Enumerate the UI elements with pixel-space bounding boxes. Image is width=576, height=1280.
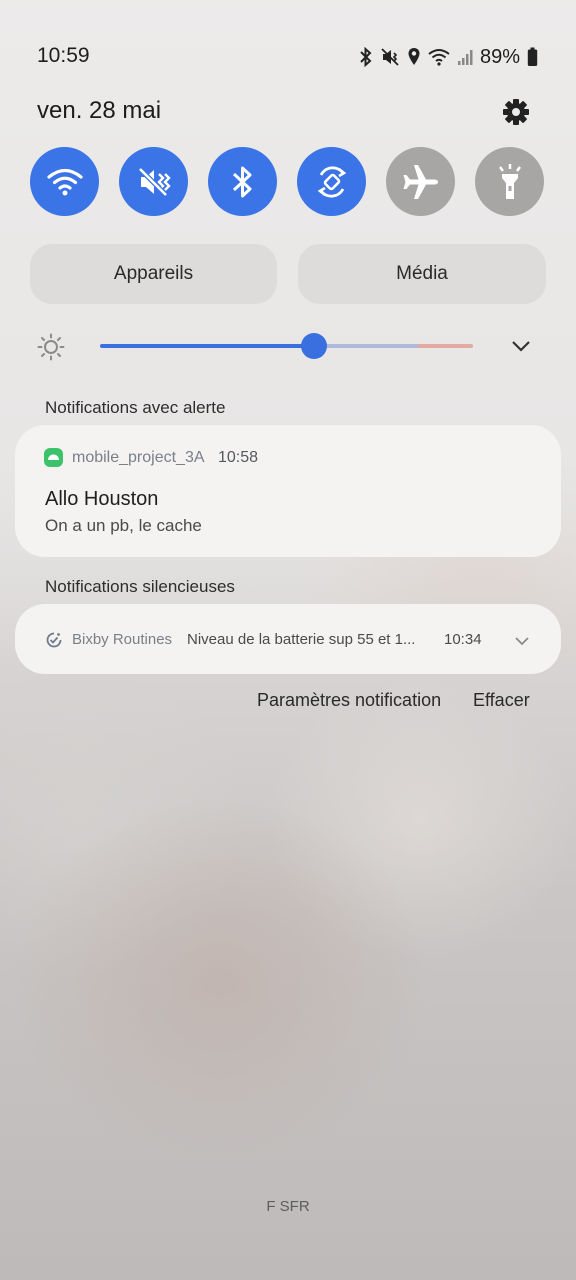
notification-app-name: mobile_project_3A <box>72 449 205 466</box>
signal-icon <box>457 50 473 65</box>
brightness-track-high <box>418 344 473 348</box>
clear-button[interactable]: Effacer <box>473 690 530 711</box>
brightness-track-empty <box>314 344 418 348</box>
devices-label: Appareils <box>113 263 194 284</box>
status-time: 10:59 <box>37 44 90 67</box>
expand-button[interactable] <box>510 337 532 355</box>
notification-expand-button[interactable] <box>513 634 531 648</box>
notification-body: On a un pb, le cache <box>45 516 202 535</box>
vibrate-mute-icon <box>381 48 399 66</box>
airplane-icon <box>403 164 438 199</box>
rotate-icon <box>317 165 346 198</box>
media-button[interactable]: Média <box>298 244 546 304</box>
vibrate-mute-icon <box>137 166 171 197</box>
wifi-toggle[interactable] <box>30 147 99 216</box>
bluetooth-icon <box>232 166 251 197</box>
location-icon <box>408 48 420 65</box>
gear-icon <box>503 99 529 125</box>
chevron-down-icon <box>515 637 529 646</box>
date-label: ven. 28 mai <box>37 97 162 124</box>
notification-time: 10:58 <box>218 449 259 466</box>
app-icon <box>44 448 63 467</box>
brightness-track-filled <box>100 344 314 348</box>
settings-button[interactable] <box>500 96 532 128</box>
flashlight-toggle[interactable] <box>475 147 544 216</box>
flashlight-icon <box>498 163 521 199</box>
wifi-icon <box>46 168 83 195</box>
auto-rotate-toggle[interactable] <box>297 147 366 216</box>
notification-text: Niveau de la batterie sup 55 et 1... <box>187 631 416 648</box>
silent-section-label: Notifications silencieuses <box>45 577 235 596</box>
devices-button[interactable]: Appareils <box>30 244 277 304</box>
airplane-toggle[interactable] <box>386 147 455 216</box>
bixby-routines-icon <box>44 630 64 650</box>
wifi-icon <box>428 49 450 66</box>
brightness-slider-thumb[interactable] <box>301 333 327 359</box>
chevron-down-icon <box>512 341 530 352</box>
notification-settings-button[interactable]: Paramètres notification <box>257 690 441 711</box>
bluetooth-icon <box>360 47 372 67</box>
media-label: Média <box>396 263 448 284</box>
alert-section-label: Notifications avec alerte <box>45 398 226 417</box>
carrier-label: F SFR <box>266 1198 310 1215</box>
status-icons: 89% <box>359 44 538 70</box>
notification-app-name: Bixby Routines <box>72 631 173 648</box>
brightness-icon <box>37 333 65 361</box>
sound-toggle[interactable] <box>119 147 188 216</box>
notification-title: Allo Houston <box>45 488 159 510</box>
notification-time: 10:34 <box>444 631 482 648</box>
bluetooth-toggle[interactable] <box>208 147 277 216</box>
battery-icon <box>527 47 538 66</box>
battery-percentage: 89% <box>479 45 520 68</box>
